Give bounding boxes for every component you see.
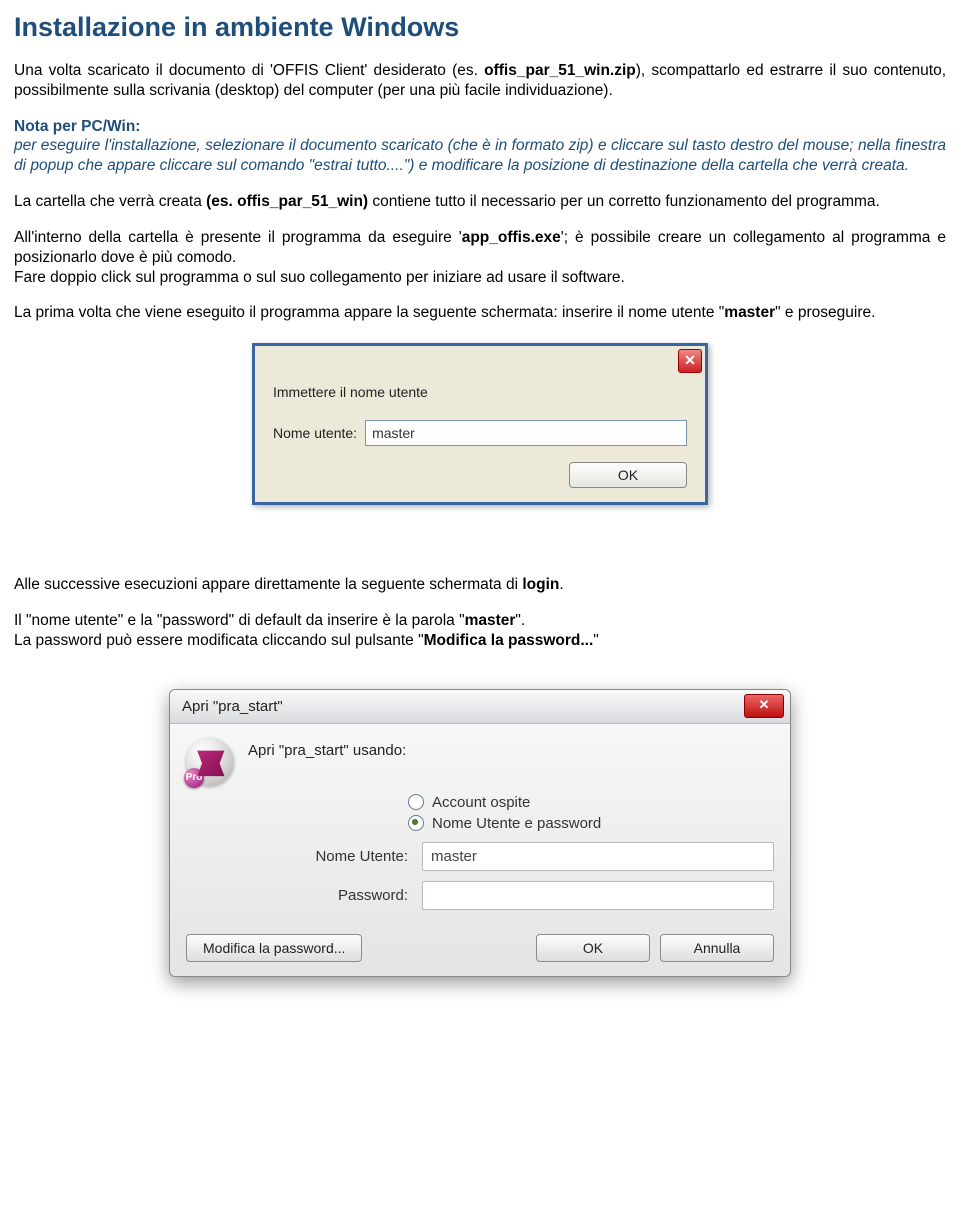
paragraph-folder: La cartella che verrà creata (es. offis_…: [14, 192, 946, 212]
master-text: master: [724, 304, 775, 321]
dialog2-button-row: Modifica la password... OK Annulla: [186, 926, 774, 962]
paragraph-modify-password: La password può essere modificata clicca…: [14, 631, 946, 651]
login-user-input[interactable]: [422, 842, 774, 871]
text: ": [593, 632, 599, 649]
username-label: Nome utente:: [273, 425, 357, 441]
radio-checked-icon[interactable]: [408, 815, 424, 831]
paragraph-login: Alle successive esecuzioni appare dirett…: [14, 575, 946, 595]
close-icon[interactable]: ✕: [678, 349, 702, 373]
radio-unchecked-icon[interactable]: [408, 794, 424, 810]
dialog2-right-buttons: OK Annulla: [536, 934, 774, 962]
dialog2-top-row: Pro Apri "pra_start" usando:: [186, 738, 774, 786]
foldername-text: (es. offis_par_51_win): [206, 193, 368, 210]
paragraph-intro: Una volta scaricato il documento di 'OFF…: [14, 61, 946, 101]
text: contiene tutto il necessario per un corr…: [368, 193, 880, 210]
login-user-row: Nome Utente:: [248, 842, 774, 871]
dialog1-button-row: OK: [273, 462, 687, 488]
text: La cartella che verrà creata: [14, 193, 206, 210]
dialog2-container: Apri "pra_start" ✕ Pro Apri "pra_start" …: [14, 689, 946, 982]
paragraph-doubleclick: Fare doppio click sul programma o sul su…: [14, 268, 946, 288]
dialog2-form: Account ospite Nome Utente e password No…: [248, 794, 774, 910]
username-dialog: ✕ Immettere il nome utente Nome utente: …: [252, 343, 708, 505]
pro-badge-icon: Pro: [184, 768, 204, 788]
cancel-button[interactable]: Annulla: [660, 934, 774, 962]
login-pass-input[interactable]: [422, 881, 774, 910]
text: Il "nome utente" e la "password" di defa…: [14, 612, 465, 629]
username-input[interactable]: [365, 420, 687, 446]
paragraph-default-credentials: Il "nome utente" e la "password" di defa…: [14, 611, 946, 631]
login-dialog: Apri "pra_start" ✕ Pro Apri "pra_start" …: [169, 689, 791, 977]
dialog1-body: Immettere il nome utente Nome utente: OK: [255, 346, 705, 502]
exe-text: app_offis.exe: [462, 229, 561, 246]
modify-password-text: Modifica la password...: [424, 632, 594, 649]
login-pass-row: Password:: [248, 881, 774, 910]
dialog2-title: Apri "pra_start": [182, 698, 283, 715]
text: La prima volta che viene eseguito il pro…: [14, 304, 724, 321]
ok-button[interactable]: OK: [569, 462, 687, 488]
login-user-label: Nome Utente:: [248, 848, 422, 865]
text: " e proseguire.: [775, 304, 875, 321]
modify-password-button[interactable]: Modifica la password...: [186, 934, 362, 962]
master-text: master: [465, 612, 516, 629]
open-using-label: Apri "pra_start" usando:: [248, 742, 406, 759]
radio-guest-label: Account ospite: [432, 794, 530, 811]
radio-guest-row[interactable]: Account ospite: [408, 794, 774, 811]
dialog2-body: Pro Apri "pra_start" usando: Account osp…: [170, 724, 790, 976]
dialog1-input-row: Nome utente:: [273, 420, 687, 446]
text: Una volta scaricato il documento di 'OFF…: [14, 62, 484, 79]
radio-userpass-label: Nome Utente e password: [432, 815, 601, 832]
close-icon[interactable]: ✕: [744, 694, 784, 718]
dialog1-container: ✕ Immettere il nome utente Nome utente: …: [14, 343, 946, 505]
paragraph-exe: All'interno della cartella è presente il…: [14, 228, 946, 268]
text: ".: [515, 612, 525, 629]
page-title: Installazione in ambiente Windows: [14, 12, 946, 43]
login-text: login: [522, 576, 559, 593]
dialog1-prompt: Immettere il nome utente: [273, 384, 687, 400]
text: .: [559, 576, 563, 593]
ok-button[interactable]: OK: [536, 934, 650, 962]
text: Alle successive esecuzioni appare dirett…: [14, 576, 522, 593]
note-label: Nota per PC/Win: [14, 118, 135, 135]
note-block: Nota per PC/Win: per eseguire l'installa…: [14, 117, 946, 176]
dialog2-titlebar: Apri "pra_start" ✕: [170, 690, 790, 724]
app-icon: Pro: [186, 738, 234, 786]
login-pass-label: Password:: [248, 887, 422, 904]
radio-userpass-row[interactable]: Nome Utente e password: [408, 815, 774, 832]
note-text: per eseguire l'installazione, selezionar…: [14, 137, 946, 174]
text: :: [135, 118, 140, 135]
text: La password può essere modificata clicca…: [14, 632, 424, 649]
paragraph-firstrun: La prima volta che viene eseguito il pro…: [14, 303, 946, 323]
filename-text: offis_par_51_win.zip: [484, 62, 636, 79]
text: All'interno della cartella è presente il…: [14, 229, 462, 246]
